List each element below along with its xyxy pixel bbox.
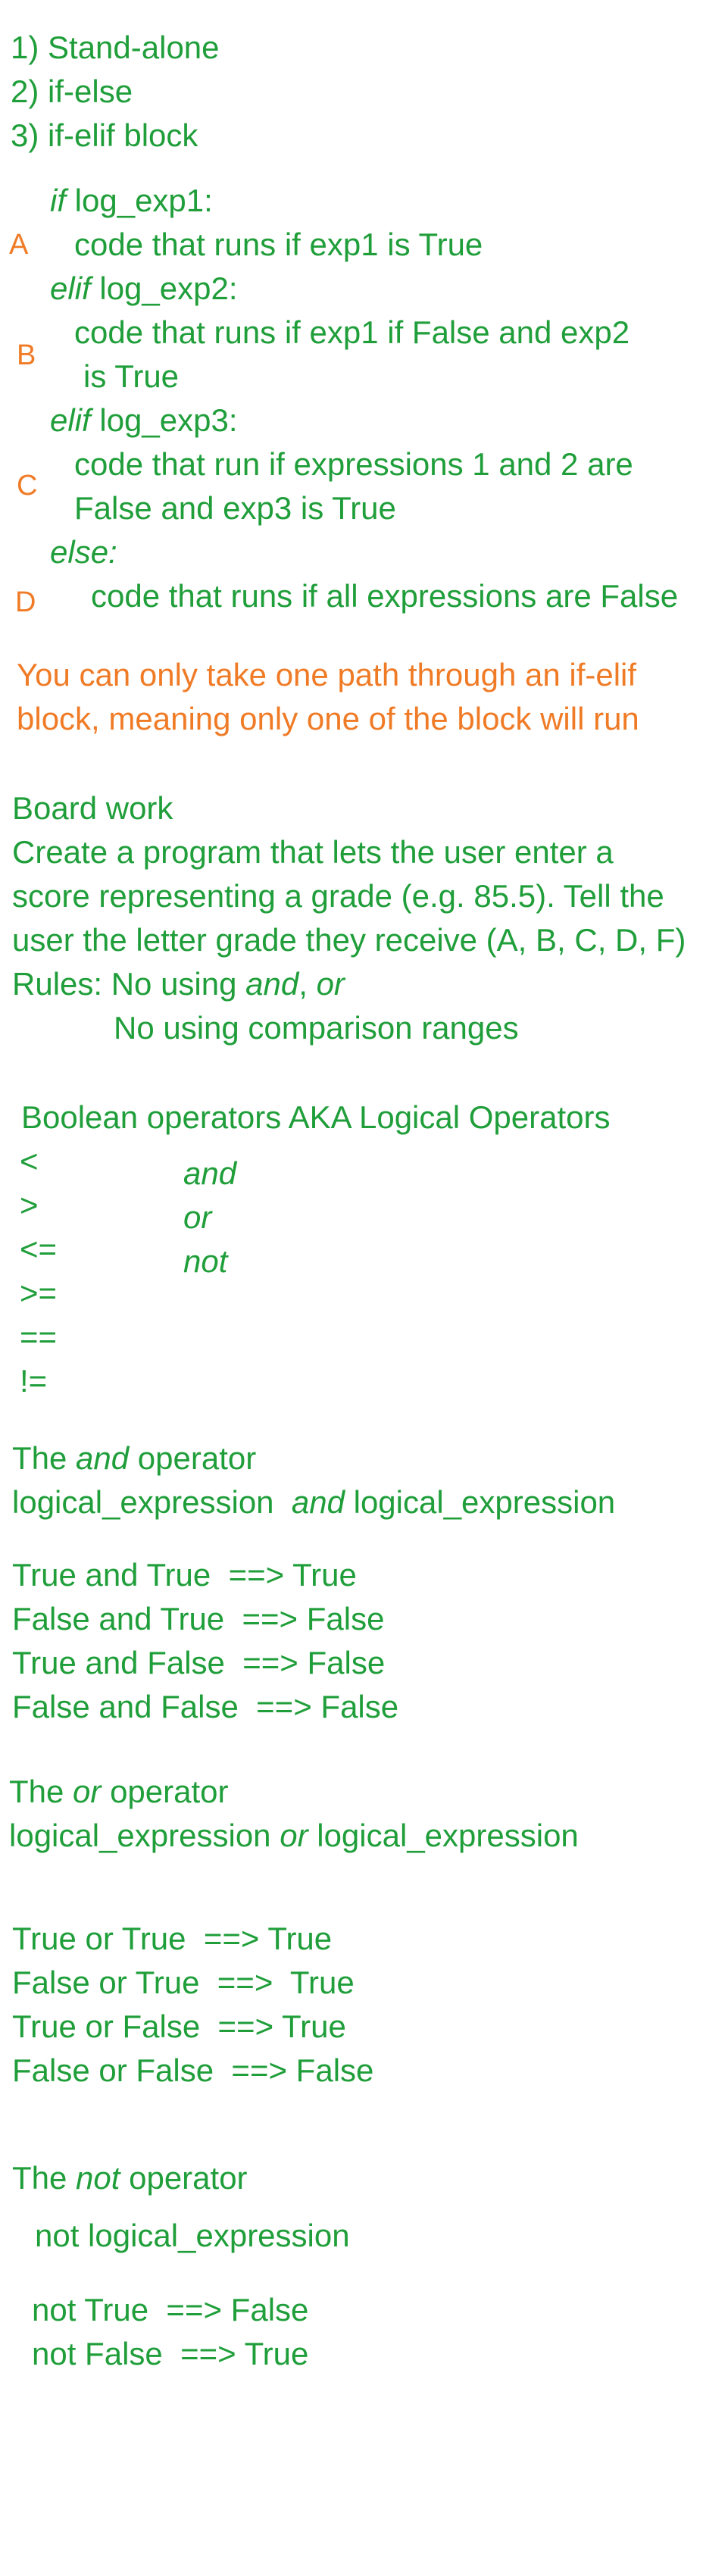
and-title-keyword: and <box>76 1440 130 1476</box>
code-c-line-2: False and exp3 is True <box>74 490 396 526</box>
structure-item: 1) Stand-alone <box>11 30 220 65</box>
rules-and: and <box>245 966 299 1002</box>
or-syntax-post: logical_expression <box>308 1818 579 1853</box>
elif-line-1: elif log_exp2: <box>50 267 238 311</box>
note-line: You can only take one path through an if… <box>17 657 637 692</box>
not-table-row: not False ==> True <box>32 2336 309 2371</box>
and-table-row: True and False ==> False <box>12 1645 386 1680</box>
label-a: A <box>9 229 29 261</box>
comparison-operator: <= <box>20 1231 58 1267</box>
board-line: score representing a grade (e.g. 85.5). … <box>12 878 664 914</box>
board-line: user the letter grade they receive (A, B… <box>12 922 686 958</box>
elif-keyword: elif <box>50 402 91 438</box>
rules-prefix: Rules: No using <box>12 966 246 1002</box>
elif-line-2: elif log_exp3: <box>50 399 238 442</box>
code-b-line-1: code that runs if exp1 if False and exp2 <box>74 314 630 350</box>
or-table-row: False or True ==> True <box>12 1965 355 2000</box>
logical-operator: and <box>183 1155 237 1191</box>
and-syntax-keyword: and <box>291 1484 345 1520</box>
elif-keyword: elif <box>50 270 91 306</box>
rules-separator: , <box>298 966 317 1002</box>
code-b-line-2: is True <box>83 358 180 394</box>
elif-expression: log_exp2: <box>90 270 238 306</box>
not-title: The not operator <box>12 2156 248 2200</box>
else-keyword: else: <box>50 534 117 570</box>
or-syntax: logical_expression or logical_expression <box>9 1814 579 1858</box>
comparison-operator: >= <box>20 1275 58 1311</box>
and-title-pre: The <box>12 1440 77 1476</box>
not-table-row: not True ==> False <box>32 2292 309 2327</box>
and-syntax-pre: logical_expression <box>12 1484 292 1520</box>
and-syntax-post: logical_expression <box>344 1484 616 1520</box>
logical-operator: not <box>183 1243 228 1279</box>
comparison-operator: == <box>20 1319 58 1355</box>
structure-item: 2) if-else <box>11 73 133 109</box>
and-table-row: False and False ==> False <box>12 1689 399 1724</box>
code-c-line-1: code that run if expressions 1 and 2 are <box>74 446 633 482</box>
note-line: block, meaning only one of the block wil… <box>17 701 639 736</box>
or-title: The or operator <box>9 1770 229 1814</box>
board-line: Create a program that lets the user ente… <box>12 834 614 870</box>
comparison-operator: < <box>20 1143 39 1179</box>
structure-item: 3) if-elif block <box>11 117 198 153</box>
not-title-keyword: not <box>76 2160 120 2196</box>
board-title: Board work <box>12 790 173 826</box>
or-title-keyword: or <box>73 1774 102 1809</box>
if-line: if log_exp1: <box>50 179 213 223</box>
and-table-row: True and True ==> True <box>12 1557 357 1593</box>
and-table-row: False and True ==> False <box>12 1601 385 1637</box>
comparison-operator: != <box>20 1363 48 1399</box>
or-title-post: operator <box>101 1774 229 1809</box>
rules-or: or <box>316 966 345 1002</box>
label-c: C <box>17 470 38 502</box>
board-rules: Rules: No using and, or <box>12 962 345 1006</box>
board-rules-2: No using comparison ranges <box>114 1010 519 1046</box>
or-table-row: True or True ==> True <box>12 1921 333 1956</box>
and-title: The and operator <box>12 1436 256 1480</box>
logical-operator: or <box>183 1199 212 1235</box>
and-title-post: operator <box>129 1440 257 1476</box>
label-b: B <box>17 339 36 371</box>
or-syntax-keyword: or <box>280 1818 308 1853</box>
or-table-row: False or False ==> False <box>12 2052 374 2088</box>
elif-expression: log_exp3: <box>90 402 238 438</box>
or-table-row: True or False ==> True <box>12 2009 346 2044</box>
code-a: code that runs if exp1 is True <box>74 227 483 262</box>
code-d: code that runs if all expressions are Fa… <box>91 578 679 614</box>
or-title-pre: The <box>9 1774 73 1809</box>
comparison-operator: > <box>20 1187 39 1223</box>
label-d: D <box>15 586 36 618</box>
not-title-post: operator <box>120 2160 248 2196</box>
operators-title: Boolean operators AKA Logical Operators <box>21 1099 611 1135</box>
not-syntax: not logical_expression <box>35 2218 350 2253</box>
if-expression: log_exp1: <box>66 183 213 218</box>
not-title-pre: The <box>12 2160 77 2196</box>
if-keyword: if <box>50 183 66 218</box>
and-syntax: logical_expression and logical_expressio… <box>12 1480 615 1524</box>
or-syntax-pre: logical_expression <box>9 1818 280 1853</box>
